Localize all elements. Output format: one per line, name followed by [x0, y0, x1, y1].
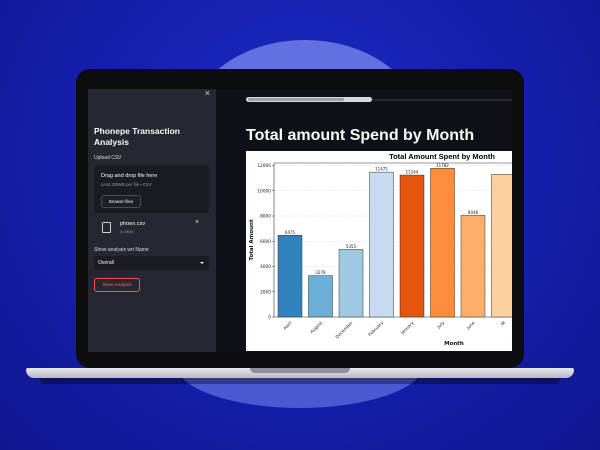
- x-axis-label: Month: [444, 341, 464, 347]
- data-label: 8048: [468, 210, 479, 215]
- remove-file-icon[interactable]: ×: [195, 219, 199, 226]
- upload-label: Upload CSV: [94, 155, 122, 161]
- name-select[interactable]: Overall: [94, 256, 209, 270]
- uploaded-file-name: phoen.csv: [120, 221, 146, 227]
- dropzone-title: Drag and drop file here: [101, 173, 158, 179]
- uploaded-file-size: (4.9KB): [120, 229, 134, 234]
- bar-chart: Total Amount Spent by Month 0 2000 4000 6000…: [249, 152, 512, 347]
- data-label: 3278: [315, 270, 326, 275]
- x-tick-label: June: [465, 320, 477, 332]
- sidebar-close-icon[interactable]: ×: [205, 89, 210, 98]
- bar-m: [491, 174, 512, 318]
- chart-title: Total Amount Spent by Month: [389, 152, 495, 161]
- dropzone-limit-text: Limit 200MB per file • CSV: [101, 182, 152, 187]
- y-axis-label: Total Amount: [249, 219, 255, 261]
- scrollbar-thumb[interactable]: [248, 98, 344, 101]
- y-tick-label: 8000: [260, 214, 271, 220]
- x-tick-label: January: [399, 320, 416, 337]
- chevron-down-icon: [200, 262, 204, 264]
- data-label: 11475: [375, 167, 388, 172]
- bar-july: [430, 168, 455, 318]
- x-tick-label: M: [500, 320, 507, 327]
- bar-june: [460, 215, 486, 318]
- data-label: 6475: [285, 230, 296, 235]
- browse-files-button[interactable]: Browse files: [101, 195, 141, 208]
- data-label: 5355: [346, 244, 357, 249]
- horizontal-scrollbar[interactable]: [246, 97, 372, 102]
- data-label: 11782: [436, 163, 449, 168]
- select-value: Overall: [98, 260, 114, 266]
- x-tick-label: February: [367, 320, 385, 338]
- y-tick-label: 4000: [260, 264, 271, 270]
- sidebar: × Phonepe Transaction Analysis Upload CS…: [88, 89, 216, 352]
- app-window: × Phonepe Transaction Analysis Upload CS…: [88, 89, 512, 352]
- data-label: 11244: [406, 170, 419, 175]
- page-title: Total amount Spend by Month: [246, 127, 475, 144]
- select-label: Show analysis wrt Name: [94, 247, 149, 253]
- app-title: Phonepe Transaction Analysis: [94, 126, 180, 147]
- x-tick-label: December: [334, 320, 354, 340]
- main-content: Total amount Spend by Month Total Amount…: [216, 89, 512, 352]
- bar-february: [369, 171, 394, 318]
- x-tick-label: August: [309, 320, 324, 335]
- y-tick-label: 12000: [257, 163, 271, 169]
- y-tick-label: 2000: [260, 289, 271, 295]
- laptop-base-shadow: [40, 378, 560, 384]
- chart-container: Total Amount Spent by Month 0 2000 4000 6000…: [246, 151, 512, 351]
- bar-august: [308, 275, 333, 318]
- y-tick-label: 0: [268, 315, 271, 321]
- file-icon: [102, 222, 111, 233]
- show-analysis-button[interactable]: Show Analysis: [94, 278, 140, 292]
- x-tick-label: July: [435, 320, 446, 331]
- laptop-base-notch: [250, 368, 350, 373]
- y-tick-label: 6000: [260, 239, 271, 245]
- file-uploader-dropzone[interactable]: Drag and drop file here Limit 200MB per …: [94, 165, 209, 213]
- bar-january: [399, 174, 425, 318]
- bar-april: [277, 235, 303, 318]
- bar-december: [338, 249, 364, 318]
- x-tick-label: April: [282, 320, 293, 331]
- y-tick-label: 10000: [257, 188, 271, 194]
